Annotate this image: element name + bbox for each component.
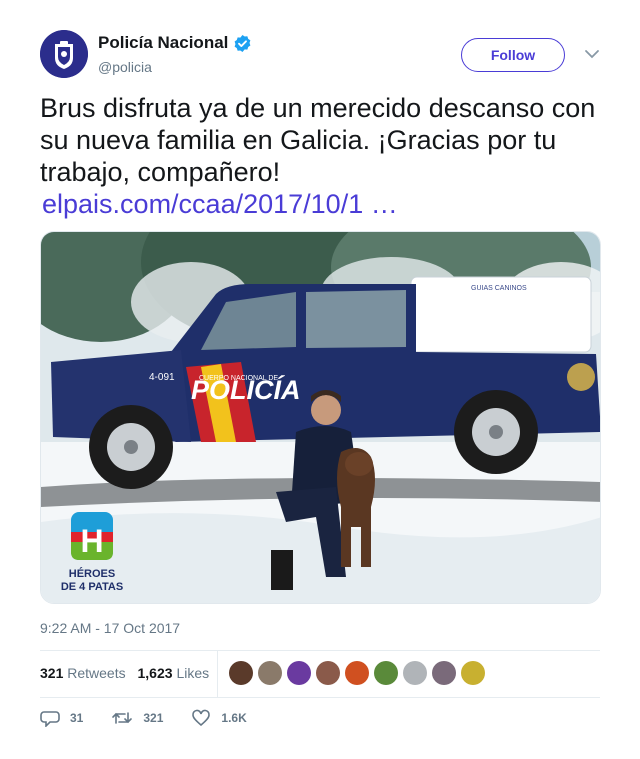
like-count: 1.6K: [221, 711, 247, 725]
tweet-link[interactable]: elpais.com/ccaa/2017/10/1 …: [42, 188, 398, 220]
avatar[interactable]: [40, 30, 88, 78]
canopy-label: GUIAS CANINOS: [471, 285, 527, 292]
photo-scene: GUIAS CANINOS POLICÍA CUERPO NACIONAL DE…: [41, 232, 600, 603]
logo-line1: HÉROES: [69, 567, 115, 580]
retweets-stat[interactable]: 321 Retweets: [40, 665, 126, 681]
police-crest-icon: [40, 30, 88, 78]
chevron-down-icon[interactable]: [584, 48, 600, 60]
likes-label: Likes: [176, 665, 210, 681]
reply-count: 31: [70, 711, 84, 725]
stats-row: 321 Retweets 1,623 Likes: [40, 665, 217, 681]
verified-badge-icon: [235, 34, 251, 52]
reply-action[interactable]: 31: [40, 709, 83, 727]
heart-icon: [192, 709, 211, 727]
reply-icon: [40, 711, 60, 727]
liker-avatar[interactable]: [345, 661, 369, 685]
liker-avatar[interactable]: [403, 661, 427, 685]
tweet-text: Brus disfruta ya de un merecido descanso…: [40, 92, 605, 220]
likes-stat[interactable]: 1,623 Likes: [138, 665, 210, 681]
liker-avatar[interactable]: [374, 661, 398, 685]
logo-letter: H: [80, 523, 103, 559]
vehicle-sub-label: CUERPO NACIONAL DE: [199, 375, 278, 382]
liker-avatar[interactable]: [432, 661, 456, 685]
tweet-actions: 31 321 1.6K: [40, 709, 275, 727]
like-action[interactable]: 1.6K: [191, 709, 247, 727]
author-name[interactable]: Policía Nacional: [98, 33, 228, 53]
retweet-icon: [112, 712, 133, 724]
retweets-label: Retweets: [67, 665, 126, 681]
follow-button[interactable]: Follow: [461, 38, 565, 72]
author-handle[interactable]: @policia: [98, 59, 152, 75]
liker-avatar[interactable]: [287, 661, 311, 685]
retweets-count: 321: [40, 665, 64, 681]
liker-avatar[interactable]: [461, 661, 485, 685]
retweet-count: 321: [143, 711, 164, 725]
liker-avatar[interactable]: [229, 661, 253, 685]
liker-avatars: [229, 661, 490, 685]
vehicle-plate: 4-091: [149, 372, 175, 383]
tweet-body: Brus disfruta ya de un merecido descanso…: [40, 93, 596, 187]
divider-bottom: [40, 697, 600, 698]
author-name-row[interactable]: Policía Nacional: [98, 33, 252, 53]
stats-separator: [217, 651, 218, 697]
liker-avatar[interactable]: [316, 661, 340, 685]
divider-top: [40, 650, 600, 651]
liker-avatar[interactable]: [258, 661, 282, 685]
retweet-action[interactable]: 321: [111, 709, 163, 727]
tweet-photo[interactable]: GUIAS CANINOS POLICÍA CUERPO NACIONAL DE…: [40, 231, 601, 604]
timestamp[interactable]: 9:22 AM - 17 Oct 2017: [40, 620, 180, 636]
likes-count: 1,623: [137, 665, 173, 681]
logo-line2: DE 4 PATAS: [61, 581, 123, 593]
